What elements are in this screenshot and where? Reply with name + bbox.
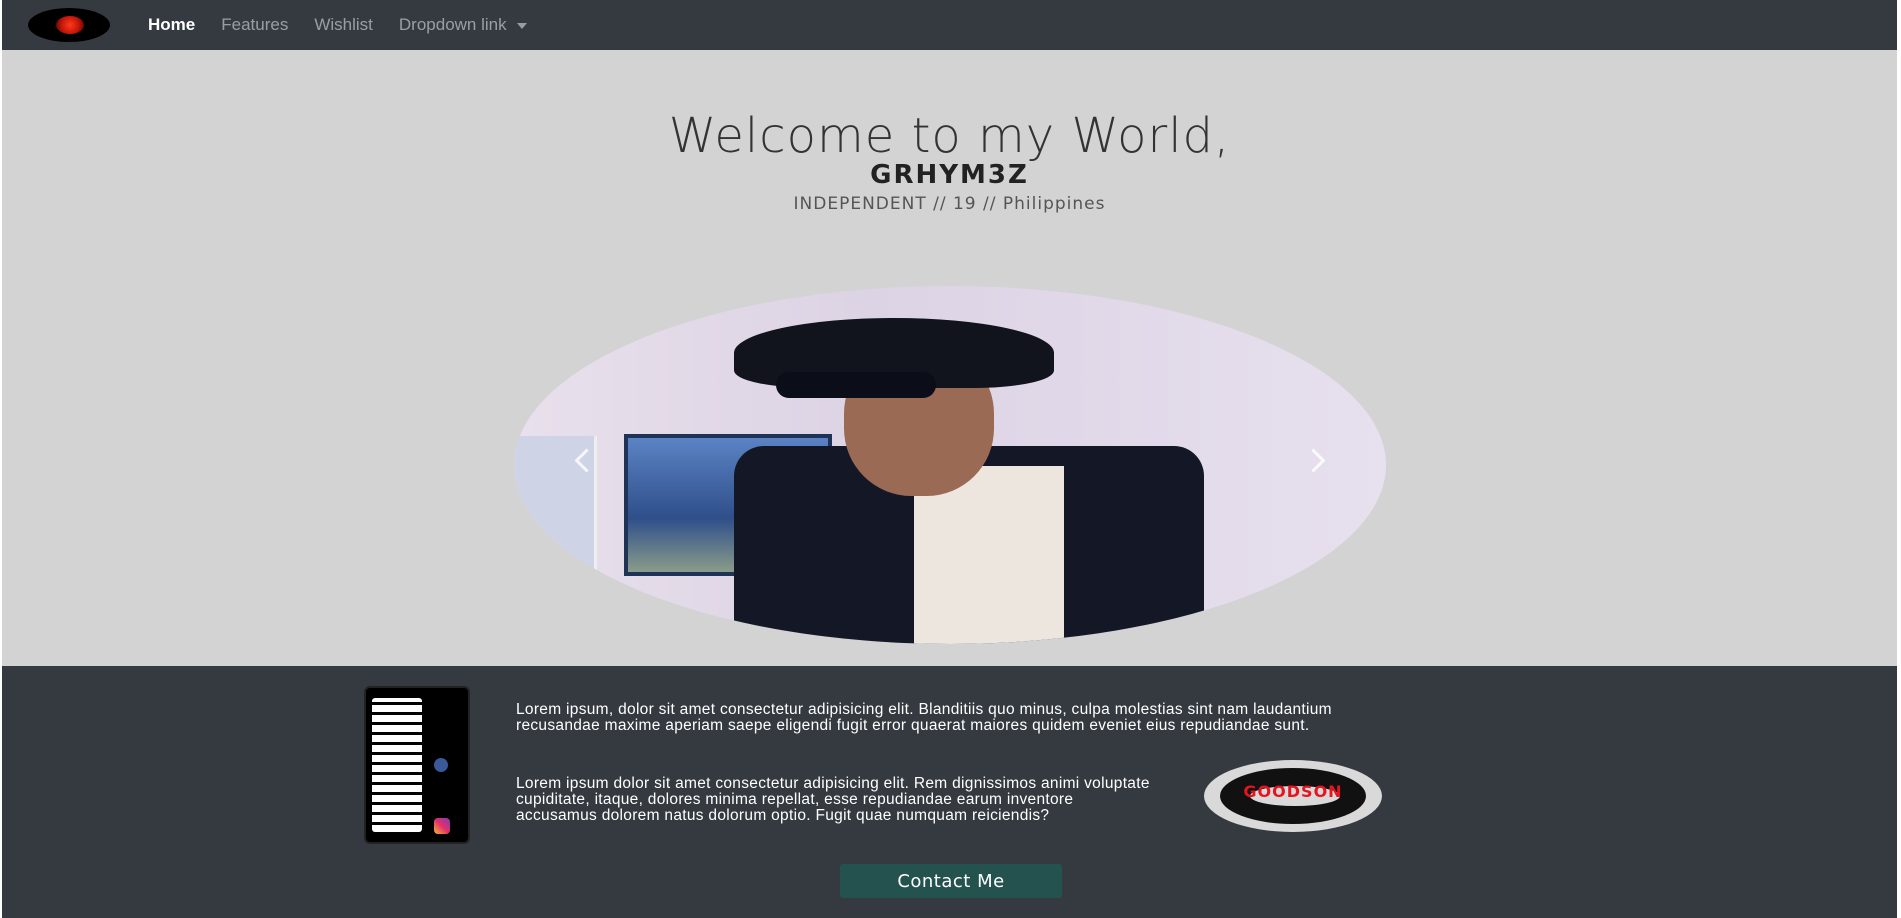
brand-glow	[56, 16, 84, 34]
about-section: Lorem ipsum, dolor sit amet consectetur …	[2, 666, 1897, 918]
nav-features[interactable]: Features	[221, 15, 288, 35]
brand-logo-icon[interactable]	[28, 8, 110, 42]
nav-home[interactable]: Home	[148, 15, 195, 35]
contact-me-button[interactable]: Contact Me	[840, 864, 1062, 898]
instagram-icon	[434, 818, 450, 834]
goodson-logo: GOODSON	[1204, 760, 1382, 832]
about-paragraph-1: Lorem ipsum, dolor sit amet consectetur …	[516, 700, 1332, 734]
nav-dropdown[interactable]: Dropdown link	[399, 15, 527, 35]
card-wordmark	[372, 698, 422, 832]
nav-dropdown-label: Dropdown link	[398, 15, 507, 34]
chevron-down-icon	[516, 22, 527, 29]
hero-tagline: INDEPENDENT // 19 // Philippines	[793, 194, 1106, 214]
photo-glasses	[776, 372, 936, 398]
nav-links: Home Features Wishlist Dropdown link	[148, 0, 553, 50]
page-frame: Home Features Wishlist Dropdown link Wel…	[2, 0, 1897, 918]
hero-title: Welcome to my World,	[668, 108, 1231, 164]
chevron-right-icon[interactable]	[1301, 448, 1326, 473]
nav-wishlist[interactable]: Wishlist	[314, 15, 373, 35]
about-paragraph-2: Lorem ipsum dolor sit amet consectetur a…	[516, 774, 1150, 824]
hero-name: GRHYM3Z	[870, 160, 1029, 190]
logo-text: GOODSON	[1243, 782, 1343, 801]
facebook-icon	[434, 758, 448, 772]
profile-photo-carousel	[514, 286, 1386, 644]
social-card	[364, 686, 470, 844]
navbar: Home Features Wishlist Dropdown link	[2, 0, 1897, 50]
